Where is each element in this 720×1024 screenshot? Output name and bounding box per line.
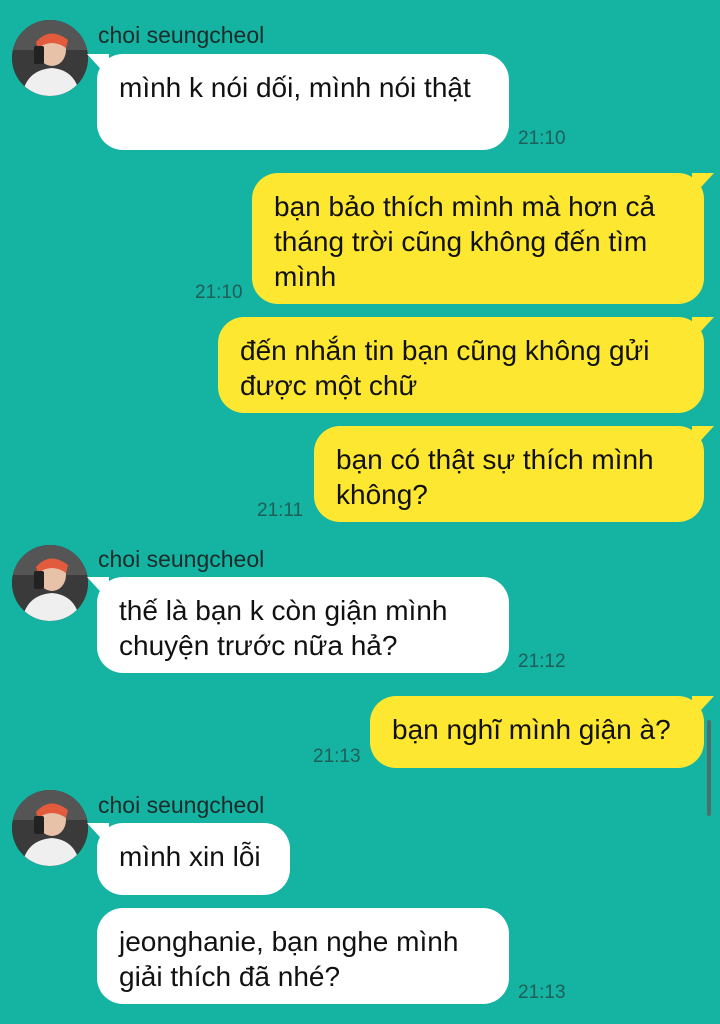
message-bubble-outgoing[interactable]: bạn nghĩ mình giận à? [370,696,714,768]
bubble-tail [692,426,714,450]
bubble-tail [87,54,109,78]
message-timestamp: 21:12 [518,651,566,672]
message-bubble-incoming[interactable]: jeonghanie, bạn nghe mình giải thích đã … [97,908,509,1004]
message-bubble-outgoing[interactable]: đến nhắn tin bạn cũng không gửi được một… [218,317,714,413]
message-text: thế là bạn k còn giận mình chuyện trước … [119,595,448,661]
message-text: mình xin lỗi [119,841,261,872]
bubble-tail [692,696,714,720]
message-text: bạn có thật sự thích mình không? [336,444,654,510]
sender-name: choi seungcheol [98,792,265,818]
scrollbar[interactable] [707,720,711,816]
sender-name: choi seungcheol [98,546,265,572]
message-bubble-incoming[interactable]: thế là bạn k còn giận mình chuyện trước … [87,577,509,673]
message-timestamp: 21:10 [195,282,243,303]
message-text: mình k nói dối, mình nói thật [119,72,471,103]
avatar[interactable] [12,545,88,621]
bubble-tail [692,173,714,197]
avatar-photo-icon [12,20,88,96]
bubble-tail [87,577,109,601]
message-bubble-outgoing[interactable]: bạn có thật sự thích mình không? [314,426,714,522]
avatar-photo-icon [12,545,88,621]
message-bubble-incoming[interactable]: mình k nói dối, mình nói thật [87,54,509,150]
message-text: đến nhắn tin bạn cũng không gửi được một… [240,335,650,401]
message-text: bạn nghĩ mình giận à? [392,714,671,745]
message-bubble-incoming[interactable]: mình xin lỗi [87,823,290,895]
message-timestamp: 21:13 [518,982,566,1003]
avatar[interactable] [12,790,88,866]
message-timestamp: 21:10 [518,128,566,149]
message-bubble-outgoing[interactable]: bạn bảo thích mình mà hơn cả tháng trời … [252,173,714,304]
sender-name: choi seungcheol [98,22,265,48]
message-text: jeonghanie, bạn nghe mình giải thích đã … [119,926,459,992]
bubble-tail [87,823,109,847]
avatar[interactable] [12,20,88,96]
message-text: bạn bảo thích mình mà hơn cả tháng trời … [274,191,656,292]
message-timestamp: 21:11 [257,500,304,521]
message-timestamp: 21:13 [313,746,361,767]
bubble-tail [692,317,714,341]
avatar-photo-icon [12,790,88,866]
